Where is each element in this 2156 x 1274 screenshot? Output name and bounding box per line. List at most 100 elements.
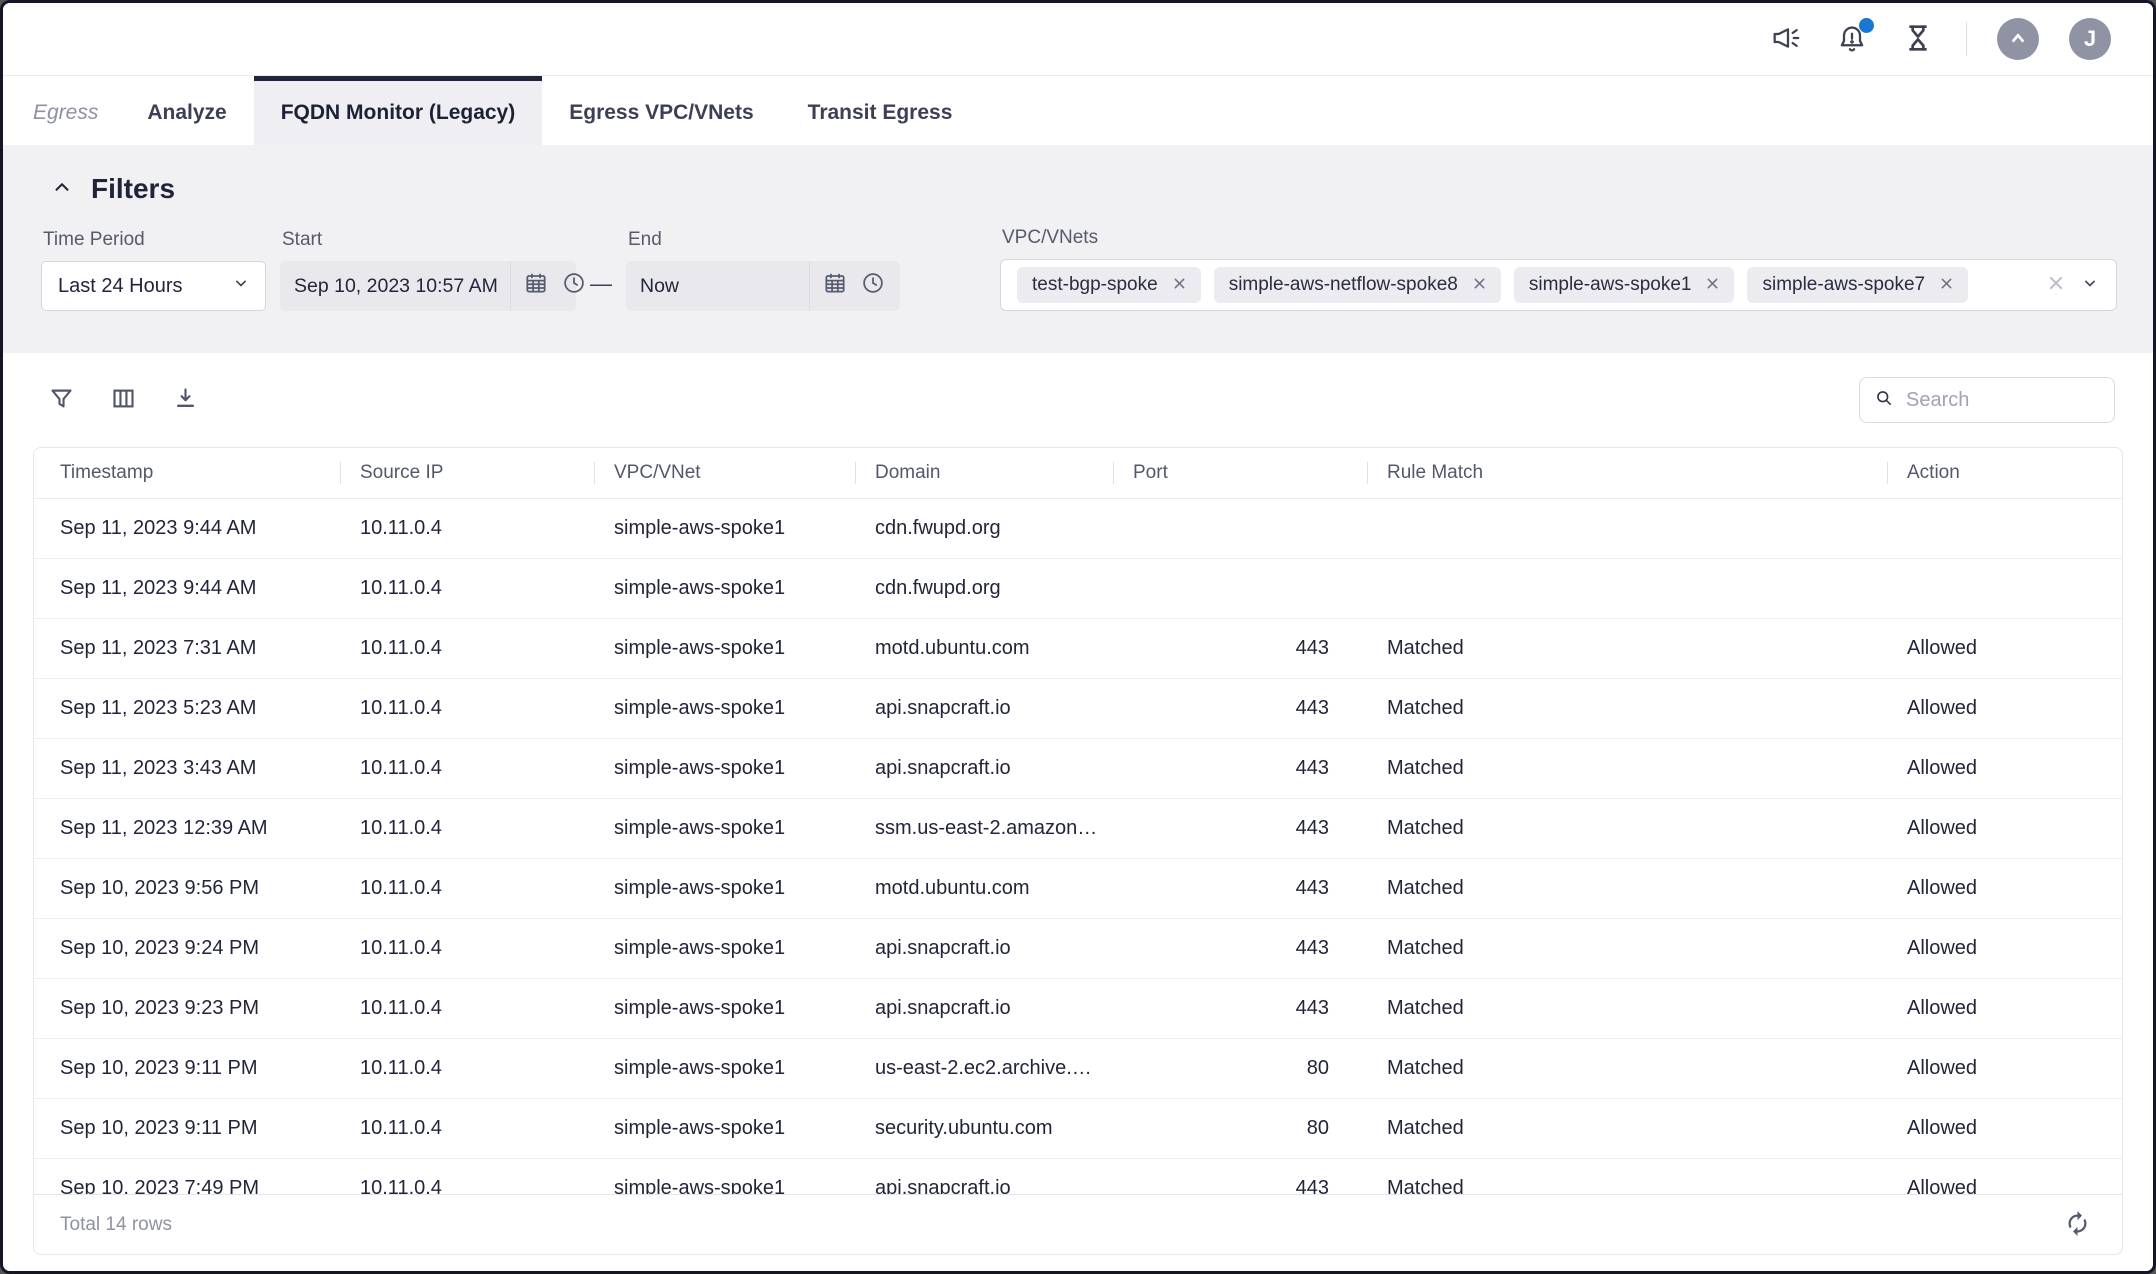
table-row: Sep 10, 2023 7:49 PM10.11.0.4simple-aws-…: [34, 1158, 2122, 1194]
cell-source-ip: 10.11.0.4: [340, 1158, 594, 1194]
manage-columns-button[interactable]: [109, 386, 137, 414]
clock-icon[interactable]: [561, 270, 587, 302]
cell-vpc-vnet: simple-aws-spoke1: [594, 498, 855, 558]
cell-source-ip: 10.11.0.4: [340, 1038, 594, 1098]
cell-port: 443: [1113, 858, 1367, 918]
cell-vpc-vnet: simple-aws-spoke1: [594, 1098, 855, 1158]
filter-columns-button[interactable]: [47, 386, 75, 414]
start-datetime-field[interactable]: Sep 10, 2023 10:57 AM: [280, 261, 576, 311]
download-button[interactable]: [171, 386, 199, 414]
table-row: Sep 11, 2023 9:44 AM10.11.0.4simple-aws-…: [34, 498, 2122, 558]
start-group: Start Sep 10, 2023 10:57 AM: [280, 229, 576, 311]
vpc-vnets-multiselect[interactable]: test-bgp-spoke simple-aws-netflow-spoke8…: [1000, 259, 2117, 311]
cell-action: Allowed: [1887, 1158, 2122, 1194]
cell-timestamp: Sep 10, 2023 9:11 PM: [34, 1038, 340, 1098]
remove-chip-icon[interactable]: [1706, 274, 1719, 296]
cell-port: [1113, 558, 1367, 618]
notification-dot: [1859, 18, 1874, 33]
cell-port: 80: [1113, 1098, 1367, 1158]
table-row: Sep 10, 2023 9:56 PM10.11.0.4simple-aws-…: [34, 858, 2122, 918]
search-box: [1859, 377, 2115, 423]
tab-transit-egress[interactable]: Transit Egress: [781, 76, 980, 145]
search-input[interactable]: [1904, 388, 2100, 413]
filters-title: Filters: [91, 173, 175, 205]
cell-rule-match: [1367, 558, 1887, 618]
cell-vpc-vnet: simple-aws-spoke1: [594, 858, 855, 918]
cell-vpc-vnet: simple-aws-spoke1: [594, 1038, 855, 1098]
clear-all-icon[interactable]: [2048, 275, 2064, 296]
end-datetime-field[interactable]: Now: [626, 261, 900, 311]
filters-collapse-toggle[interactable]: Filters: [51, 173, 175, 205]
cell-action: [1887, 558, 2122, 618]
cell-action: [1887, 498, 2122, 558]
time-period-label: Time Period: [41, 229, 266, 251]
cell-port: 443: [1113, 978, 1367, 1038]
multiselect-controls: [2048, 273, 2100, 298]
field-divider: [510, 261, 511, 311]
remove-chip-icon[interactable]: [1173, 274, 1186, 296]
cell-source-ip: 10.11.0.4: [340, 678, 594, 738]
notifications-button[interactable]: [1834, 21, 1870, 57]
chevron-up-icon: [51, 176, 73, 203]
end-group: End Now: [626, 229, 900, 311]
announcements-button[interactable]: [1768, 21, 1804, 57]
table-body: Sep 11, 2023 9:44 AM10.11.0.4simple-aws-…: [34, 498, 2122, 1194]
cell-timestamp: Sep 11, 2023 3:43 AM: [34, 738, 340, 798]
brand-menu-button[interactable]: [1997, 18, 2039, 60]
calendar-icon[interactable]: [822, 270, 848, 302]
tasks-button[interactable]: [1900, 21, 1936, 57]
cell-timestamp: Sep 11, 2023 9:44 AM: [34, 558, 340, 618]
table-toolbar: [3, 353, 2153, 447]
cell-domain: api.snapcraft.io: [855, 978, 1113, 1038]
cell-rule-match: Matched: [1367, 858, 1887, 918]
column-header-domain[interactable]: Domain: [855, 448, 1113, 498]
refresh-button[interactable]: [2062, 1210, 2092, 1240]
table-row: Sep 10, 2023 9:24 PM10.11.0.4simple-aws-…: [34, 918, 2122, 978]
tab-bar: Egress AnalyzeFQDN Monitor (Legacy)Egres…: [3, 75, 2153, 145]
table-scroll-area[interactable]: TimestampSource IPVPC/VNetDomainPortRule…: [34, 448, 2122, 1194]
user-avatar[interactable]: J: [2069, 18, 2111, 60]
cell-rule-match: Matched: [1367, 738, 1887, 798]
hourglass-icon: [1902, 22, 1934, 57]
calendar-icon[interactable]: [523, 270, 549, 302]
cell-vpc-vnet: simple-aws-spoke1: [594, 978, 855, 1038]
time-period-select[interactable]: Last 24 Hours: [41, 261, 266, 311]
cell-action: Allowed: [1887, 918, 2122, 978]
cell-action: Allowed: [1887, 678, 2122, 738]
cell-rule-match: [1367, 498, 1887, 558]
column-header-vpc-vnet[interactable]: VPC/VNet: [594, 448, 855, 498]
tab-egress-vpc-vnets[interactable]: Egress VPC/VNets: [542, 76, 780, 145]
remove-chip-icon[interactable]: [1940, 274, 1953, 296]
column-header-action[interactable]: Action: [1887, 448, 2122, 498]
vpc-chip-label: simple-aws-spoke1: [1529, 274, 1692, 296]
chevron-up-icon: [2007, 27, 2029, 52]
cell-timestamp: Sep 10, 2023 9:11 PM: [34, 1098, 340, 1158]
column-header-port[interactable]: Port: [1113, 448, 1367, 498]
tab-section-egress: Egress: [23, 76, 120, 145]
cell-source-ip: 10.11.0.4: [340, 1098, 594, 1158]
cell-port: 443: [1113, 618, 1367, 678]
cell-vpc-vnet: simple-aws-spoke1: [594, 918, 855, 978]
end-value: Now: [640, 275, 797, 298]
cell-source-ip: 10.11.0.4: [340, 738, 594, 798]
table-row: Sep 11, 2023 3:43 AM10.11.0.4simple-aws-…: [34, 738, 2122, 798]
tab-analyze[interactable]: Analyze: [120, 76, 253, 145]
column-header-timestamp[interactable]: Timestamp: [34, 448, 340, 498]
table-header-row: TimestampSource IPVPC/VNetDomainPortRule…: [34, 448, 2122, 498]
table-row: Sep 11, 2023 9:44 AM10.11.0.4simple-aws-…: [34, 558, 2122, 618]
cell-port: 443: [1113, 918, 1367, 978]
cell-domain: motd.ubuntu.com: [855, 858, 1113, 918]
column-header-source-ip[interactable]: Source IP: [340, 448, 594, 498]
column-header-rule-match[interactable]: Rule Match: [1367, 448, 1887, 498]
remove-chip-icon[interactable]: [1473, 274, 1486, 296]
cell-domain: security.ubuntu.com: [855, 1098, 1113, 1158]
clock-icon[interactable]: [860, 270, 886, 302]
tab-fqdn-monitor-legacy[interactable]: FQDN Monitor (Legacy): [254, 76, 543, 145]
cell-domain: motd.ubuntu.com: [855, 618, 1113, 678]
cell-rule-match: Matched: [1367, 1098, 1887, 1158]
app-window: J Egress AnalyzeFQDN Monitor (Legacy)Egr…: [0, 0, 2156, 1274]
cell-vpc-vnet: simple-aws-spoke1: [594, 678, 855, 738]
chevron-down-icon[interactable]: [2080, 273, 2100, 298]
cell-action: Allowed: [1887, 1038, 2122, 1098]
vpc-vnets-group: VPC/VNets test-bgp-spoke simple-aws-netf…: [1000, 227, 2117, 311]
